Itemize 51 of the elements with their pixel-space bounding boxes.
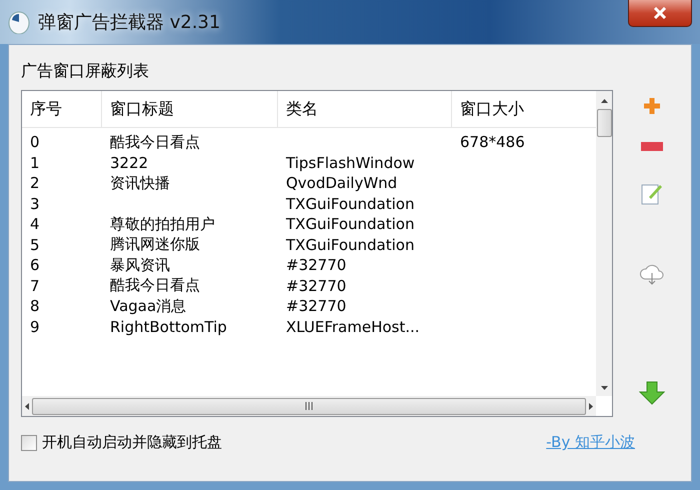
table-cell: #32770 [286, 276, 346, 295]
table-cell: 资讯快播 [110, 174, 170, 193]
app-logo-icon [8, 10, 30, 34]
table-cell: #32770 [286, 256, 346, 274]
table-cell: QvodDailyWnd [286, 174, 398, 192]
close-icon [653, 7, 667, 19]
autostart-checkbox[interactable] [21, 434, 37, 450]
grip-icon [304, 402, 314, 410]
table-cell: 尊敬的拍拍用户 [110, 214, 215, 234]
scroll-up-icon[interactable] [600, 99, 608, 103]
table-cell: 酷我今日看点 [110, 132, 200, 152]
cloud-icon[interactable] [639, 263, 665, 285]
table-cell: 7 [30, 276, 40, 295]
table-cell: TipsFlashWindow [286, 154, 415, 172]
table-cell: 8 [30, 297, 40, 316]
autostart-label: 开机自动启动并隐藏到托盘 [42, 433, 222, 452]
down-arrow-icon[interactable] [639, 381, 665, 405]
scroll-thumb[interactable] [32, 398, 586, 414]
vertical-scrollbar[interactable] [596, 91, 612, 396]
table-cell: 1 [30, 154, 40, 172]
table-cell: 酷我今日看点 [110, 276, 200, 296]
table-cell: 暴风资讯 [110, 256, 170, 275]
table-cell: 6 [30, 256, 40, 274]
table-cell: 5 [30, 236, 40, 254]
scroll-left-icon[interactable] [25, 402, 29, 410]
table-cell: XLUEFrameHost... [286, 318, 420, 336]
scroll-right-icon[interactable] [589, 402, 593, 410]
table-cell: #32770 [286, 297, 346, 316]
table-cell: 腾讯网迷你版 [110, 235, 200, 254]
table-cell: RightBottomTip [110, 318, 227, 336]
window-title: 弹窗广告拦截器 v2.31 [38, 11, 220, 34]
table-cell: 3 [30, 194, 40, 213]
table-cell: TXGuiFoundation [286, 236, 414, 254]
table-cell: 678*486 [460, 133, 525, 152]
table-cell: TXGuiFoundation [286, 215, 414, 234]
table-cell: 4 [30, 215, 40, 234]
horizontal-scrollbar[interactable] [22, 396, 596, 416]
add-icon[interactable] [642, 96, 662, 116]
table-cell: 2 [30, 174, 40, 192]
scroll-down-icon[interactable] [600, 386, 608, 390]
close-button[interactable] [628, 0, 692, 27]
scroll-thumb[interactable] [596, 109, 612, 137]
table-cell: Vagaa消息 [110, 296, 186, 316]
table-cell: 3222 [110, 154, 148, 172]
column-header[interactable]: 类名 [278, 91, 452, 127]
table-cell: TXGuiFoundation [286, 194, 414, 213]
column-header[interactable]: 窗口标题 [102, 91, 278, 127]
list-label: 广告窗口屏蔽列表 [21, 61, 149, 80]
table-cell: 0 [30, 133, 40, 152]
table-cell: 9 [30, 318, 40, 336]
column-header[interactable]: 序号 [22, 91, 102, 127]
